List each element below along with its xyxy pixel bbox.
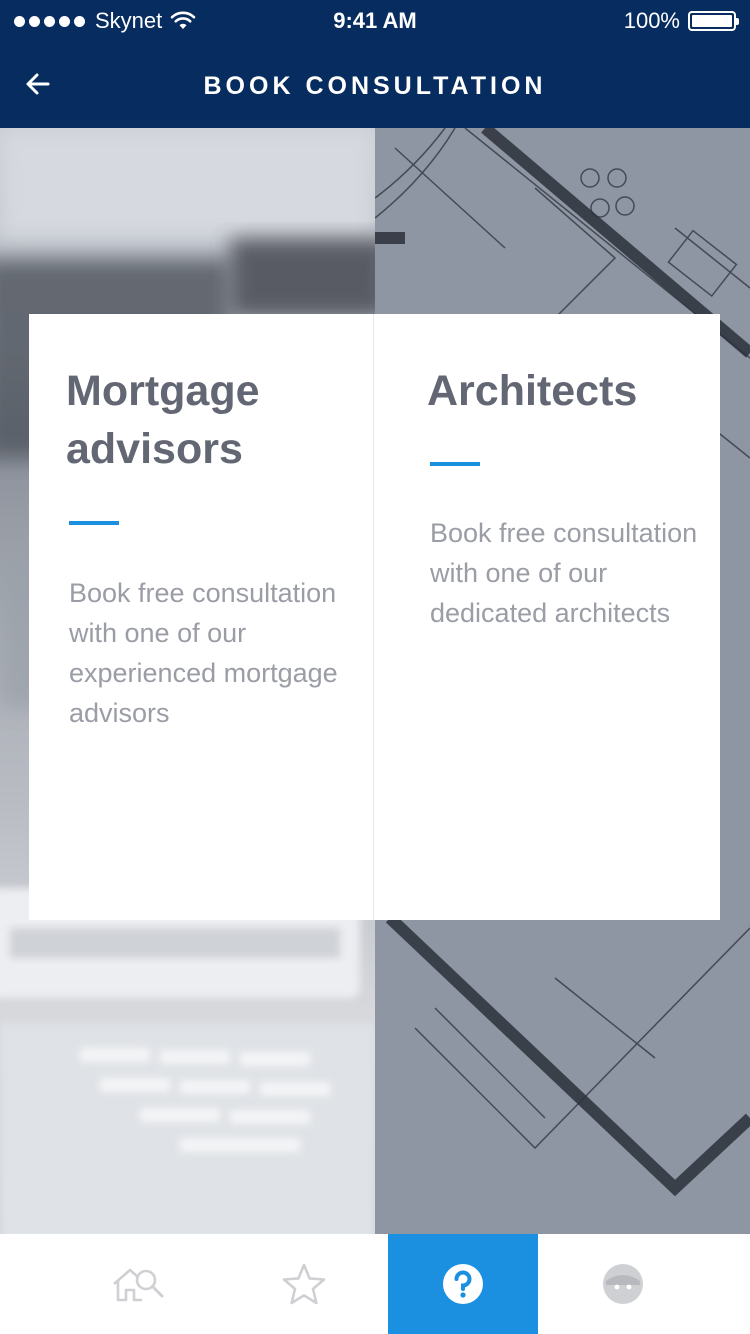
status-bar: Skynet 9:41 AM 100% xyxy=(0,0,750,40)
tab-bar xyxy=(0,1234,750,1334)
accent-divider xyxy=(69,521,119,525)
tab-profile[interactable] xyxy=(548,1234,698,1334)
profile-icon xyxy=(603,1264,643,1304)
card-description: Book free consultation with one of our e… xyxy=(69,578,338,728)
page-title: BOOK CONSULTATION xyxy=(203,72,547,100)
navigation-bar: BOOK CONSULTATION xyxy=(0,40,750,128)
battery-percent: 100% xyxy=(623,8,680,33)
battery-group: 100% xyxy=(623,8,739,34)
card-description: Book free consultation with one of our d… xyxy=(430,518,698,628)
question-icon xyxy=(443,1264,483,1304)
card-title: Mortgage advisors xyxy=(66,367,260,473)
battery-icon xyxy=(688,11,739,31)
accent-divider xyxy=(430,462,480,466)
mortgage-advisors-card[interactable]: Mortgage advisors Book free consultation… xyxy=(29,314,374,920)
tab-search-homes[interactable] xyxy=(63,1234,213,1334)
consultation-cards: Mortgage advisors Book free consultation… xyxy=(29,314,720,920)
tab-consultation[interactable] xyxy=(388,1234,538,1334)
house-search-icon xyxy=(113,1268,164,1302)
architects-card[interactable]: Architects Book free consultation with o… xyxy=(374,314,720,920)
tab-favorites[interactable] xyxy=(229,1234,379,1334)
card-title: Architects xyxy=(427,367,638,415)
star-icon xyxy=(282,1263,326,1305)
